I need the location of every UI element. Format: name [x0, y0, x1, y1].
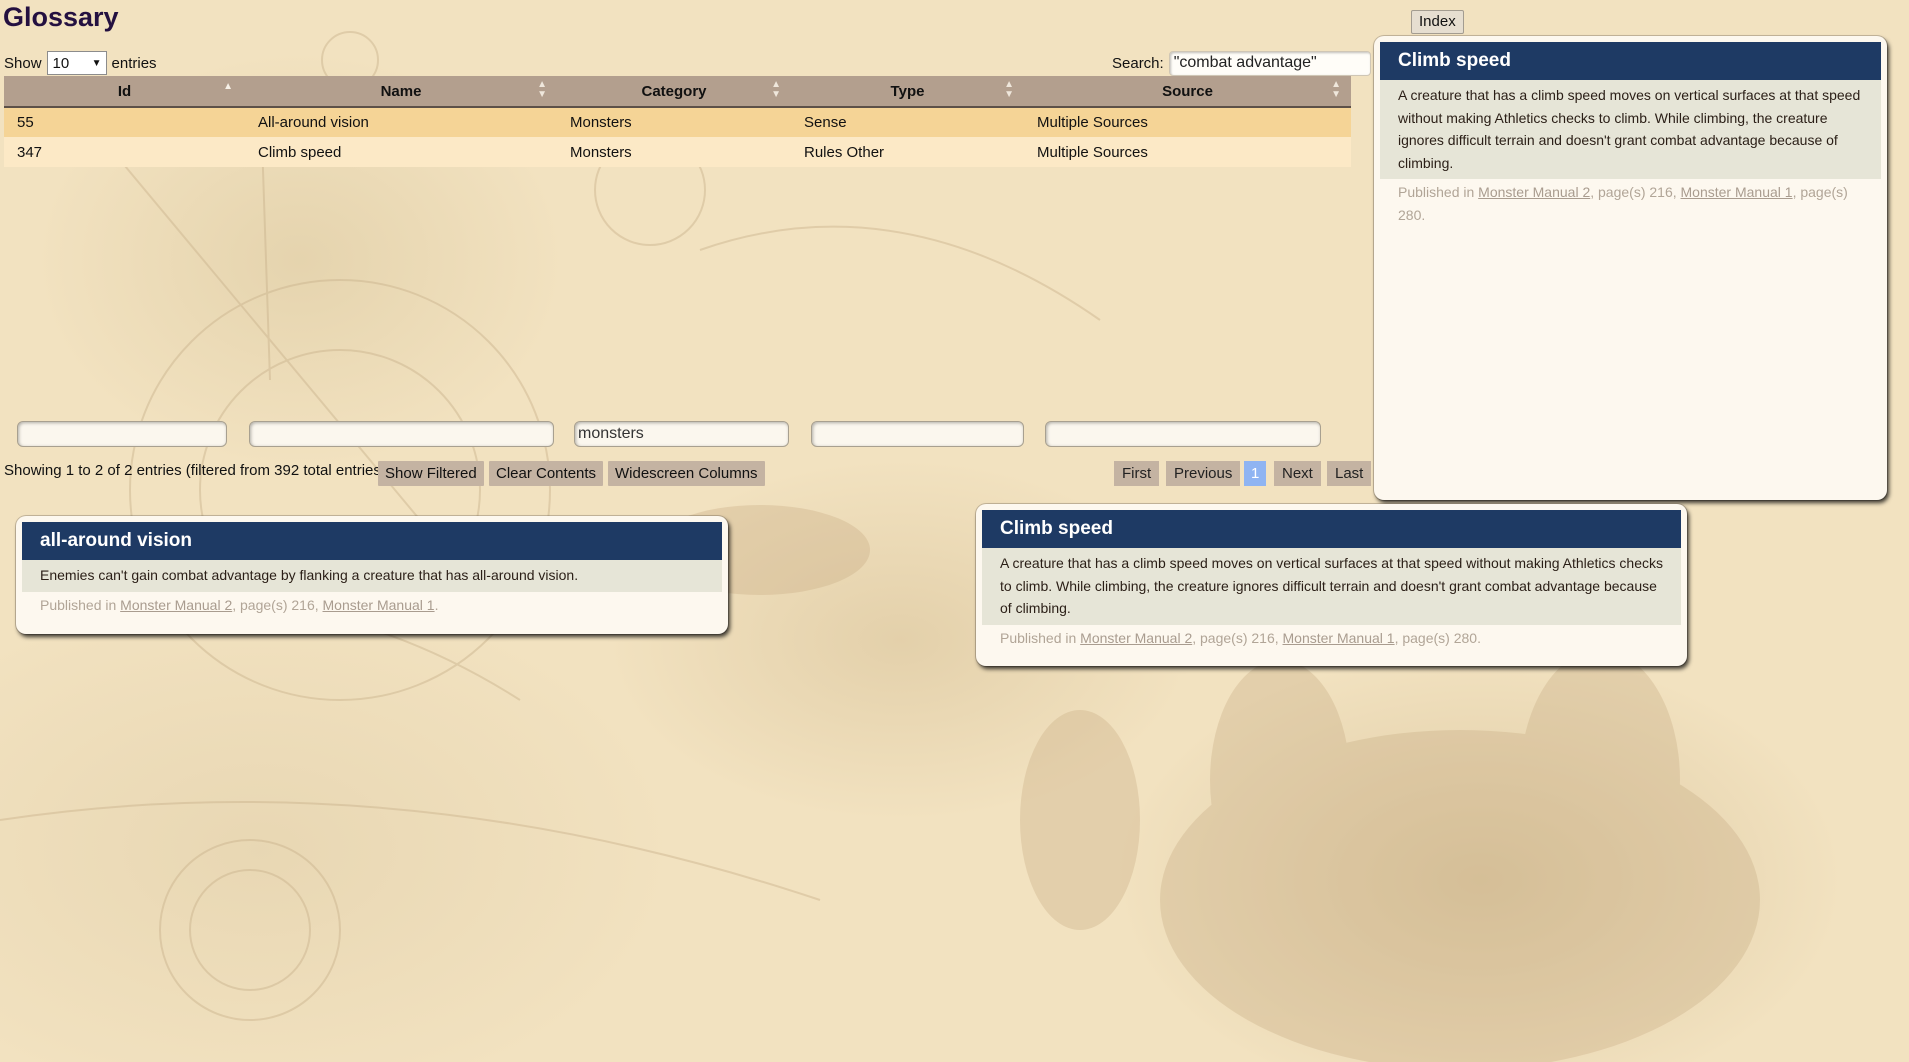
cell-name: Climb speed — [245, 137, 557, 167]
source-link-monster-manual-2[interactable]: Monster Manual 2 — [1080, 630, 1192, 646]
pager-first-button[interactable]: First — [1114, 461, 1160, 486]
column-header-label: Source — [1162, 82, 1213, 100]
source-link-monster-manual-1[interactable]: Monster Manual 1 — [1681, 184, 1793, 200]
pager-page-1[interactable]: 1 — [1244, 461, 1267, 486]
sort-asc-icon: ▲ — [223, 81, 233, 92]
popup-title: all-around vision — [22, 522, 722, 560]
entries-label: entries — [111, 54, 157, 72]
cell-category: Monsters — [557, 107, 791, 137]
cell-name: All-around vision — [245, 107, 557, 137]
column-header-label: Type — [890, 82, 925, 100]
column-header-type[interactable]: Type ▲ ▼ — [791, 76, 1024, 108]
cell-type: Sense — [791, 107, 1024, 137]
popup-body: Enemies can't gain combat advantage by f… — [22, 560, 722, 592]
widescreen-columns-button[interactable]: Widescreen Columns — [608, 461, 765, 486]
page-title: Glossary — [3, 2, 119, 32]
glossary-table: Id ▲ Name ▲ ▼ Category ▲ ▼ Type ▲ ▼ Source … — [4, 76, 1351, 167]
column-header-label: Name — [380, 82, 422, 100]
table-row[interactable]: 55 All-around vision Monsters Sense Mult… — [4, 107, 1351, 137]
pager-last-button[interactable]: Last — [1327, 461, 1372, 486]
popup-body: A creature that has a climb speed moves … — [982, 548, 1681, 625]
cell-id: 55 — [4, 107, 245, 137]
length-menu: Show 10 ▼ entries — [4, 51, 157, 75]
popup-published: Published in Monster Manual 2, page(s) 2… — [40, 596, 439, 613]
filter-source-input[interactable] — [1045, 421, 1321, 447]
column-header-label: Category — [641, 82, 707, 100]
sort-arrows-icon: ▲ ▼ — [1331, 79, 1341, 100]
source-link-monster-manual-1[interactable]: Monster Manual 1 — [1283, 630, 1395, 646]
filter-name-input[interactable] — [249, 421, 554, 447]
definition-popup-climb-speed-sidebar[interactable]: Climb speed A creature that has a climb … — [1374, 36, 1887, 500]
popup-body: A creature that has a climb speed moves … — [1380, 80, 1881, 179]
search-box: Search: — [1112, 50, 1371, 76]
popup-published: Published in Monster Manual 2, page(s) 2… — [1398, 184, 1848, 223]
column-header-label: Id — [117, 82, 132, 100]
source-link-monster-manual-1[interactable]: Monster Manual 1 — [323, 597, 435, 613]
show-label: Show — [4, 54, 42, 72]
sort-arrows-icon: ▲ ▼ — [537, 79, 547, 100]
cell-id: 347 — [4, 137, 245, 167]
definition-popup-all-around-vision[interactable]: all-around vision Enemies can't gain com… — [16, 516, 728, 634]
column-header-id[interactable]: Id ▲ — [4, 76, 245, 108]
filter-type-input[interactable] — [811, 421, 1024, 447]
pager-next-button[interactable]: Next — [1274, 461, 1321, 486]
clear-contents-button[interactable]: Clear Contents — [489, 461, 604, 486]
pager-previous-button[interactable]: Previous — [1166, 461, 1241, 486]
cell-category: Monsters — [557, 137, 791, 167]
cell-source: Multiple Sources — [1024, 107, 1351, 137]
definition-popup-climb-speed[interactable]: Climb speed A creature that has a climb … — [976, 504, 1687, 666]
sort-arrows-icon: ▲ ▼ — [1004, 79, 1014, 100]
sort-arrows-icon: ▲ ▼ — [771, 79, 781, 100]
table-info: Showing 1 to 2 of 2 entries (filtered fr… — [4, 462, 386, 479]
popup-title: Climb speed — [982, 510, 1681, 548]
search-label: Search: — [1112, 54, 1164, 72]
table-header-row: Id ▲ Name ▲ ▼ Category ▲ ▼ Type ▲ ▼ Source … — [4, 76, 1351, 108]
index-button[interactable]: Index — [1411, 10, 1464, 34]
filter-id-input[interactable] — [17, 421, 227, 447]
column-header-source[interactable]: Source ▲ ▼ — [1024, 76, 1351, 108]
filter-category-input[interactable] — [574, 421, 789, 447]
chevron-down-icon: ▼ — [91, 57, 102, 69]
table-row[interactable]: 347 Climb speed Monsters Rules Other Mul… — [4, 137, 1351, 167]
cell-source: Multiple Sources — [1024, 137, 1351, 167]
source-link-monster-manual-2[interactable]: Monster Manual 2 — [120, 597, 232, 613]
entries-per-page-value: 10 — [52, 54, 70, 72]
cell-type: Rules Other — [791, 137, 1024, 167]
source-link-monster-manual-2[interactable]: Monster Manual 2 — [1478, 184, 1590, 200]
search-input[interactable] — [1168, 50, 1371, 76]
entries-per-page-select[interactable]: 10 ▼ — [46, 51, 107, 75]
popup-published: Published in Monster Manual 2, page(s) 2… — [1000, 629, 1481, 646]
column-header-name[interactable]: Name ▲ ▼ — [245, 76, 557, 108]
show-filtered-button[interactable]: Show Filtered — [378, 461, 484, 486]
column-header-category[interactable]: Category ▲ ▼ — [557, 76, 791, 108]
popup-title: Climb speed — [1380, 42, 1881, 80]
